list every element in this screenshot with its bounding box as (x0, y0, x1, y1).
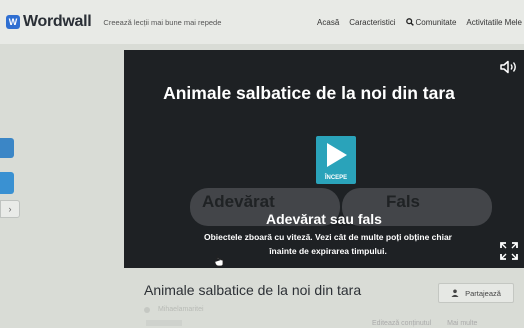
side-social-button[interactable] (0, 172, 14, 194)
main-nav: Acasă Caracteristici Comunitate Activita… (307, 0, 522, 44)
start-label: ÎNCEPE (324, 175, 348, 181)
share-button[interactable]: Partajează (438, 283, 514, 303)
side-share-button[interactable] (0, 138, 14, 158)
user-icon (451, 289, 459, 297)
nav-home-link[interactable]: Acasă (317, 18, 339, 27)
nav-features-link[interactable]: Caracteristici (349, 18, 395, 27)
page-title: Animale salbatice de la noi din tara (144, 282, 362, 298)
fullscreen-icon[interactable] (500, 242, 518, 260)
nav-community-label: Comunitate (415, 17, 457, 27)
chevron-right-icon: › (8, 204, 12, 214)
likes-indicator[interactable] (146, 320, 182, 326)
false-answer-label: Fals (386, 192, 421, 211)
share-label: Partajează (465, 288, 501, 298)
true-answer-label: Adevărat (202, 192, 275, 211)
side-expand-button[interactable]: › (0, 200, 20, 218)
logo-text: Wordwall (23, 13, 92, 30)
sound-icon[interactable] (500, 60, 518, 74)
activity-title: Animale salbatice de la noi din tara (163, 83, 455, 103)
nav-community-link[interactable]: Comunitate (405, 17, 457, 27)
search-icon (405, 18, 414, 26)
bottom-actions: Editează conținutul Mai multe (372, 320, 491, 327)
activity-player[interactable]: Animale salbatice de la noi din tara Ade… (124, 50, 524, 268)
hand-cursor-icon (214, 255, 224, 267)
play-icon (327, 143, 347, 167)
activity-type: Adevărat sau fals (266, 211, 382, 227)
more-link[interactable]: Mai multe (447, 320, 477, 327)
start-button[interactable]: ÎNCEPE (316, 136, 356, 184)
activity-description: Obiectele zboară cu viteză. Vezi cât de … (204, 232, 452, 256)
top-navigation-bar: W Wordwall Creează lecții mai bune mai r… (0, 0, 524, 44)
logo-mark-icon: W (6, 15, 20, 29)
wordwall-logo[interactable]: W Wordwall (6, 13, 92, 31)
author-name[interactable]: Mihaelamaritei (158, 306, 204, 313)
tagline: Creează lecții mai bune mai repede (103, 17, 222, 27)
edit-content-link[interactable]: Editează conținutul (372, 320, 431, 327)
nav-my-activities-link[interactable]: Activitatile Mele (466, 18, 522, 27)
author-avatar (144, 307, 150, 313)
